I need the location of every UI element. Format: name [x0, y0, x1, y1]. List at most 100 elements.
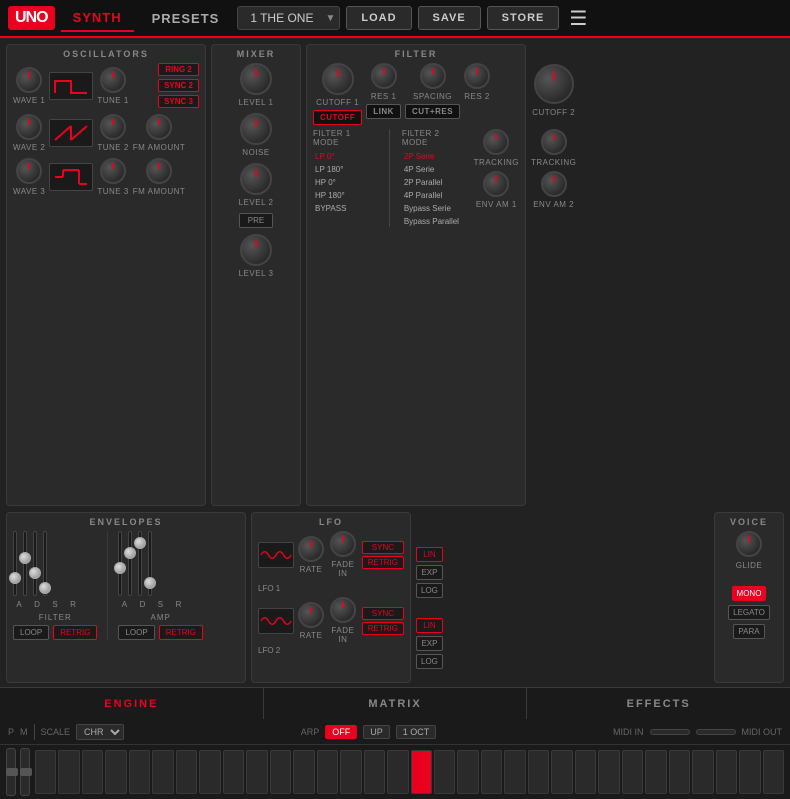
save-button[interactable]: SAVE: [418, 6, 481, 30]
pad-13[interactable]: [340, 750, 361, 794]
mode2-opt3[interactable]: 4P Parallel: [402, 190, 466, 201]
sync3-button[interactable]: SYNC 3: [158, 95, 199, 108]
pad-21[interactable]: [528, 750, 549, 794]
mode2-opt5[interactable]: Bypass Parallel: [402, 216, 466, 227]
lfo2-sync-btn[interactable]: SYNC: [362, 607, 404, 620]
sync2-button[interactable]: SYNC 2: [158, 79, 199, 92]
lfo1-rate-knob[interactable]: [298, 536, 324, 562]
pad-1[interactable]: [58, 750, 79, 794]
filter-r-track[interactable]: [43, 531, 47, 596]
pad-15[interactable]: [387, 750, 408, 794]
level2-knob[interactable]: [240, 163, 272, 195]
amp-s-handle[interactable]: [134, 537, 146, 549]
pitch-slider[interactable]: [6, 748, 16, 796]
amp-r-handle[interactable]: [144, 577, 156, 589]
tracking1-knob[interactable]: [483, 129, 509, 155]
wave3-knob[interactable]: [16, 158, 42, 184]
lfo-lin-btn[interactable]: LIN: [416, 547, 443, 562]
pad-22[interactable]: [551, 750, 572, 794]
pad-5[interactable]: [152, 750, 173, 794]
mode2-opt2[interactable]: 2P Parallel: [402, 177, 466, 188]
filter-a-track[interactable]: [13, 531, 17, 596]
pad-12[interactable]: [317, 750, 338, 794]
lfo-exp-btn[interactable]: EXP: [416, 565, 443, 580]
amp-loop-btn[interactable]: LOOP: [118, 625, 154, 640]
tab-engine[interactable]: ENGINE: [0, 688, 264, 719]
lfo-lin-btn2[interactable]: LIN: [416, 618, 443, 633]
tab-presets[interactable]: PRESETS: [140, 6, 232, 31]
menu-button[interactable]: ☰: [565, 6, 591, 31]
pad-30[interactable]: [739, 750, 760, 794]
mode1-opt0[interactable]: LP 0°: [313, 151, 377, 162]
load-button[interactable]: LOAD: [346, 6, 411, 30]
res1-knob[interactable]: [371, 63, 397, 89]
lfo-log-btn2[interactable]: LOG: [416, 654, 443, 669]
legato-btn[interactable]: LEGATO: [728, 605, 770, 620]
filter-r-handle[interactable]: [39, 582, 51, 594]
mode2-opt0[interactable]: 2P Serie: [402, 151, 466, 162]
tracking2-knob[interactable]: [541, 129, 567, 155]
mode2-opt4[interactable]: Bypass Serie: [402, 203, 466, 214]
glide-knob[interactable]: [736, 531, 762, 557]
lfo1-sync-btn[interactable]: SYNC: [362, 541, 404, 554]
wave2-shape[interactable]: [49, 119, 93, 147]
pad-2[interactable]: [82, 750, 103, 794]
envam1-knob[interactable]: [483, 171, 509, 197]
res2-knob[interactable]: [464, 63, 490, 89]
lfo2-retrig-btn[interactable]: RETRIG: [362, 622, 404, 635]
pad-19[interactable]: [481, 750, 502, 794]
lfo-log-btn[interactable]: LOG: [416, 583, 443, 598]
arp-oct-btn[interactable]: 1 OCT: [396, 725, 437, 739]
mod-slider[interactable]: [20, 748, 30, 796]
pad-7[interactable]: [199, 750, 220, 794]
lfo2-shape[interactable]: [258, 608, 294, 634]
noise-knob[interactable]: [240, 113, 272, 145]
filter-retrig-btn[interactable]: RETRIG: [53, 625, 97, 640]
lfo1-shape[interactable]: [258, 542, 294, 568]
link-button[interactable]: LINK: [366, 104, 401, 119]
fm-amount1-knob[interactable]: [146, 114, 172, 140]
amp-a-handle[interactable]: [114, 562, 126, 574]
pad-31[interactable]: [763, 750, 784, 794]
amp-d-handle[interactable]: [124, 547, 136, 559]
pad-29[interactable]: [716, 750, 737, 794]
lfo1-fadein-knob[interactable]: [330, 531, 356, 557]
mode2-opt1[interactable]: 4P Serie: [402, 164, 466, 175]
pad-17[interactable]: [434, 750, 455, 794]
pad-23[interactable]: [575, 750, 596, 794]
tune1-knob[interactable]: [100, 67, 126, 93]
para-btn[interactable]: PARA: [733, 624, 764, 639]
pad-26[interactable]: [645, 750, 666, 794]
tab-effects[interactable]: EFFECTS: [527, 688, 790, 719]
pad-27[interactable]: [669, 750, 690, 794]
cutoff-button[interactable]: CUTOFF: [313, 110, 362, 125]
pad-18[interactable]: [457, 750, 478, 794]
lfo-exp-btn2[interactable]: EXP: [416, 636, 443, 651]
amp-d-track[interactable]: [128, 531, 132, 596]
amp-s-track[interactable]: [138, 531, 142, 596]
tune3-knob[interactable]: [100, 158, 126, 184]
filter-d-handle[interactable]: [19, 552, 31, 564]
mode1-opt3[interactable]: HP 180°: [313, 190, 377, 201]
level3-knob[interactable]: [240, 234, 272, 266]
pad-10[interactable]: [270, 750, 291, 794]
ring2-button[interactable]: RING 2: [158, 63, 199, 76]
pad-28[interactable]: [692, 750, 713, 794]
pad-16[interactable]: [411, 750, 432, 794]
tab-matrix[interactable]: MATRIX: [264, 688, 528, 719]
amp-a-track[interactable]: [118, 531, 122, 596]
mono-btn[interactable]: MONO: [732, 586, 767, 601]
pad-6[interactable]: [176, 750, 197, 794]
pad-0[interactable]: [35, 750, 56, 794]
pad-8[interactable]: [223, 750, 244, 794]
pad-9[interactable]: [246, 750, 267, 794]
tune2-knob[interactable]: [100, 114, 126, 140]
lfo2-rate-knob[interactable]: [298, 602, 324, 628]
pad-24[interactable]: [598, 750, 619, 794]
pad-11[interactable]: [293, 750, 314, 794]
wave1-shape[interactable]: [49, 72, 93, 100]
wave3-shape[interactable]: [49, 163, 93, 191]
arp-up-btn[interactable]: UP: [363, 725, 390, 739]
pad-3[interactable]: [105, 750, 126, 794]
amp-r-track[interactable]: [148, 531, 152, 596]
